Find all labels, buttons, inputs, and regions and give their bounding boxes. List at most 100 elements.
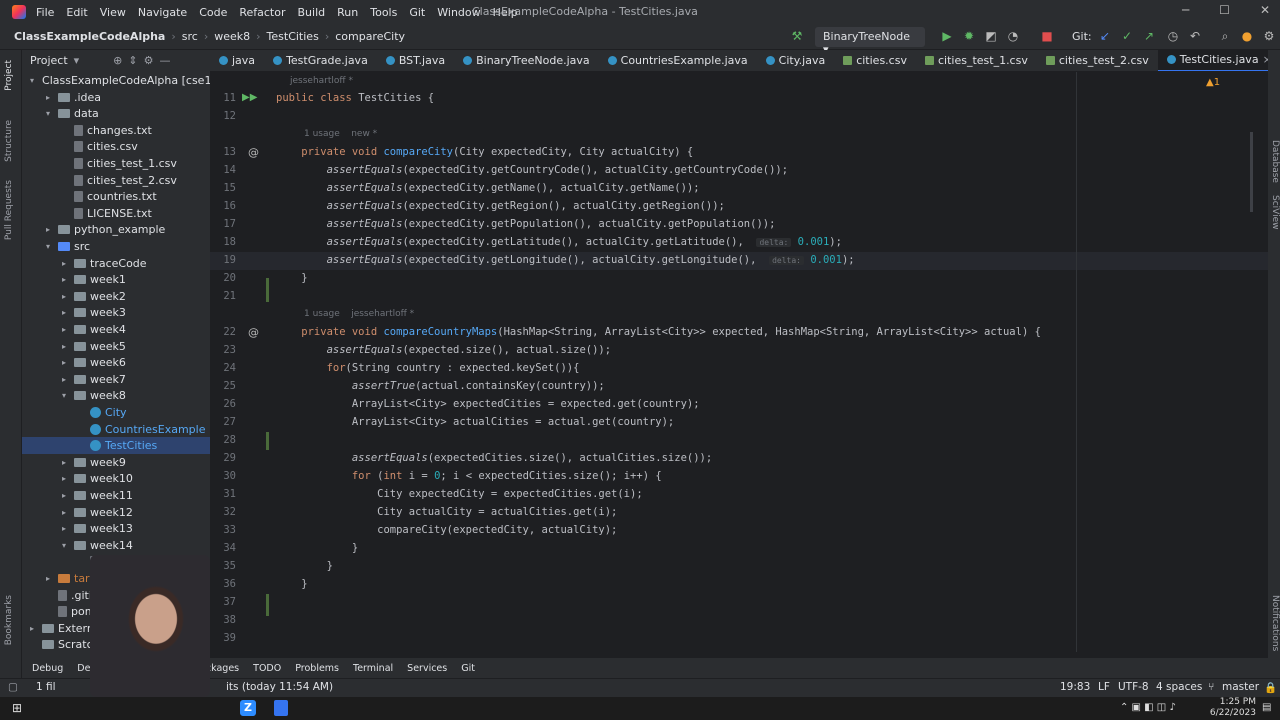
system-tray-icons[interactable]: ⌃ ▣ ◧ ◫ ♪ <box>1120 702 1176 713</box>
code-line[interactable]: assertEquals(expectedCities.size(), actu… <box>276 452 712 464</box>
zoom-app-icon[interactable]: Z <box>240 700 256 716</box>
tree-item[interactable]: ▾ data <box>22 105 210 122</box>
tree-item[interactable]: TestCities <box>22 437 210 455</box>
tree-item[interactable]: ▸ week9 <box>22 454 210 471</box>
code-line[interactable]: assertTrue(actual.containsKey(country)); <box>276 380 605 392</box>
app-taskbar-icon[interactable] <box>274 700 288 716</box>
tree-item[interactable]: cities.csv <box>22 138 210 155</box>
code-line[interactable]: compareCity(expectedCity, actualCity); <box>276 524 617 536</box>
tree-item[interactable]: CountriesExample <box>22 421 210 438</box>
editor-tab[interactable]: TestCities.java× <box>1157 50 1270 71</box>
tree-arrow-icon[interactable]: ▸ <box>62 271 70 288</box>
tree-arrow-icon[interactable]: ▾ <box>62 537 70 554</box>
tree-item[interactable]: ▸ week7 <box>22 371 210 388</box>
indent-setting[interactable]: 4 spaces <box>1156 681 1202 693</box>
tree-arrow-icon[interactable]: ▸ <box>62 470 70 487</box>
sciview-tool-button[interactable]: SciView <box>1270 195 1280 230</box>
code-line[interactable]: assertEquals(expectedCity.getName(), act… <box>276 182 700 194</box>
tree-item[interactable]: ▸ week6 <box>22 354 210 371</box>
editor-tab[interactable]: cities_test_2.csv <box>1037 50 1158 71</box>
tree-arrow-icon[interactable]: ▸ <box>62 354 70 371</box>
code-line[interactable]: assertEquals(expectedCity.getLongitude()… <box>276 254 855 266</box>
override-gutter-icon[interactable]: @ <box>248 146 259 159</box>
editor-tab[interactable]: cities.csv <box>834 50 916 71</box>
database-tool-button[interactable]: Database <box>1270 140 1280 183</box>
code-editor[interactable]: jessehartloff * 1 usage new * 1 usage je… <box>210 72 1268 652</box>
tree-arrow-icon[interactable]: ▸ <box>62 454 70 471</box>
tree-item[interactable]: ▾ week14 <box>22 537 210 554</box>
maximize-icon[interactable]: ☐ <box>1219 3 1230 17</box>
tree-arrow-icon[interactable]: ▸ <box>46 221 54 238</box>
editor-tab[interactable]: java <box>210 50 264 71</box>
code-line[interactable]: City expectedCity = expectedCities.get(i… <box>276 488 643 500</box>
lock-icon[interactable]: 🔒 <box>1264 681 1277 694</box>
collapse-all-icon[interactable]: ⇕ <box>128 54 137 67</box>
tree-item[interactable]: ▸ week1 <box>22 271 210 288</box>
breadcrumb-item[interactable]: week8 <box>214 30 250 43</box>
breadcrumb-item[interactable]: ClassExampleCodeAlpha <box>14 30 165 43</box>
notifications-tool-button[interactable]: Notifications <box>1270 595 1280 651</box>
code-line[interactable]: private void compareCountryMaps(HashMap<… <box>276 326 1041 338</box>
tree-item[interactable]: ▸ week11 <box>22 487 210 504</box>
code-line[interactable]: } <box>276 578 307 590</box>
tree-arrow-icon[interactable]: ▸ <box>62 504 70 521</box>
tool-tab[interactable]: Problems <box>295 663 339 674</box>
code-line[interactable]: public class TestCities { <box>276 92 434 104</box>
code-line[interactable]: assertEquals(expectedCity.getRegion(), a… <box>276 200 725 212</box>
code-line[interactable]: assertEquals(expected.size(), actual.siz… <box>276 344 612 356</box>
code-line[interactable]: City actualCity = actualCities.get(i); <box>276 506 617 518</box>
menu-item-build[interactable]: Build <box>298 6 326 19</box>
menu-item-git[interactable]: Git <box>409 6 425 19</box>
tree-item[interactable]: ▸ week12 <box>22 504 210 521</box>
editor-tab[interactable]: BST.java <box>377 50 454 71</box>
tree-item[interactable]: ▾ src <box>22 238 210 255</box>
tree-item[interactable]: ▾ ClassExampleCodeAlpha [cse116 <box>22 72 225 89</box>
chevron-down-icon[interactable]: ▾ <box>74 54 80 67</box>
code-line[interactable]: for(String country : expected.keySet()){ <box>276 362 580 374</box>
tree-item[interactable]: ▸ traceCode <box>22 255 210 272</box>
tree-item[interactable]: ▸ python_example <box>22 221 210 238</box>
menu-item-code[interactable]: Code <box>199 6 227 19</box>
bookmarks-tool-button[interactable]: Bookmarks <box>4 595 14 645</box>
breadcrumb-item[interactable]: compareCity <box>335 30 405 43</box>
minimize-icon[interactable]: ─ <box>1182 3 1189 17</box>
tool-tab[interactable]: TODO <box>253 663 281 674</box>
gear-icon[interactable]: ⚙ <box>144 54 154 67</box>
tree-arrow-icon[interactable]: ▸ <box>62 520 70 537</box>
menu-item-edit[interactable]: Edit <box>66 6 87 19</box>
tree-item[interactable]: LICENSE.txt <box>22 205 210 222</box>
menu-item-refactor[interactable]: Refactor <box>239 6 285 19</box>
editor-tab[interactable]: City.java <box>757 50 835 71</box>
code-line[interactable]: private void compareCity(City expectedCi… <box>276 146 693 158</box>
override-gutter-icon[interactable]: @ <box>248 326 259 339</box>
project-tool-button[interactable]: Project <box>4 60 14 91</box>
tree-arrow-icon[interactable]: ▸ <box>46 89 54 106</box>
tree-item[interactable]: ▸ week4 <box>22 321 210 338</box>
code-line[interactable]: assertEquals(expectedCity.getLatitude(),… <box>276 236 842 248</box>
tree-arrow-icon[interactable]: ▾ <box>30 72 34 89</box>
tool-tab[interactable]: Terminal <box>353 663 393 674</box>
file-encoding[interactable]: UTF-8 <box>1118 681 1149 693</box>
git-branch[interactable]: master <box>1222 681 1259 693</box>
tree-item[interactable]: ▸ .idea <box>22 89 210 106</box>
code-line[interactable]: assertEquals(expectedCity.getPopulation(… <box>276 218 776 230</box>
menu-item-run[interactable]: Run <box>337 6 358 19</box>
menu-item-file[interactable]: File <box>36 6 54 19</box>
pull-requests-tool-button[interactable]: Pull Requests <box>4 180 14 240</box>
notification-icon[interactable]: ▤ <box>1262 702 1271 713</box>
tree-arrow-icon[interactable]: ▸ <box>62 304 70 321</box>
tree-arrow-icon[interactable]: ▸ <box>62 338 70 355</box>
code-line[interactable]: } <box>276 542 358 554</box>
tool-tab[interactable]: Services <box>407 663 447 674</box>
tree-item[interactable]: ▸ week10 <box>22 470 210 487</box>
menu-item-navigate[interactable]: Navigate <box>138 6 187 19</box>
structure-tool-button[interactable]: Structure <box>4 120 14 162</box>
tree-item[interactable]: ▸ week5 <box>22 338 210 355</box>
tree-arrow-icon[interactable]: ▾ <box>46 105 54 122</box>
tree-item[interactable]: ▾ week8 <box>22 387 210 404</box>
tree-arrow-icon[interactable]: ▸ <box>46 570 54 587</box>
line-separator[interactable]: LF <box>1098 681 1110 693</box>
tree-item[interactable]: ▸ week13 <box>22 520 210 537</box>
code-line[interactable]: ArrayList<City> actualCities = actual.ge… <box>276 416 674 428</box>
cursor-position[interactable]: 19:83 <box>1060 681 1090 693</box>
